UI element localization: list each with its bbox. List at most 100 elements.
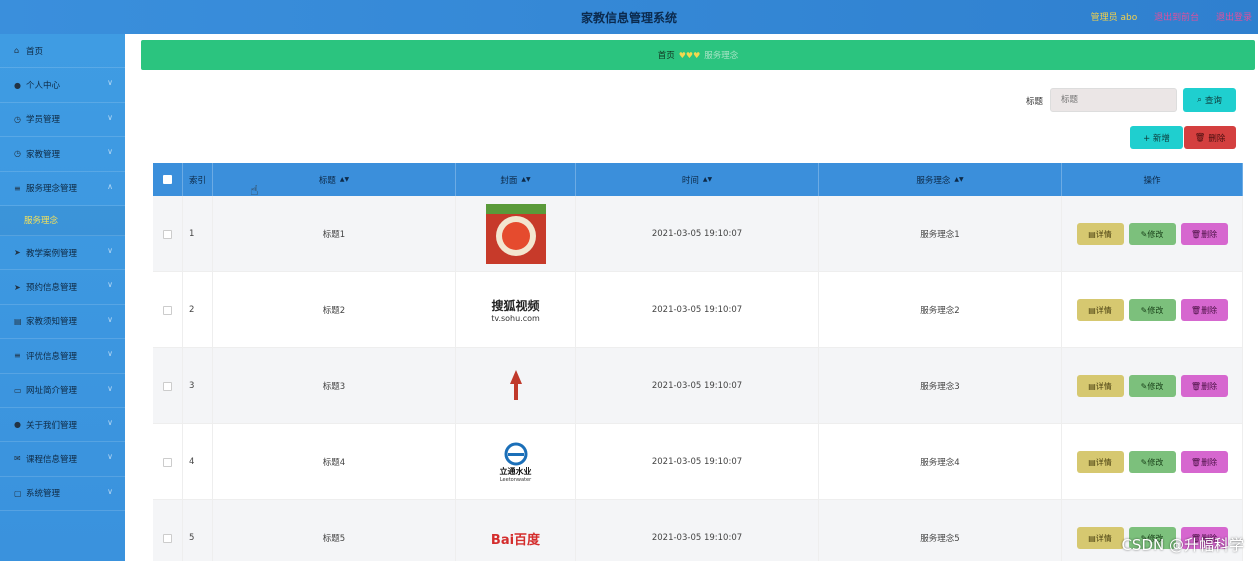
row-time: 2021-03-05 19:10:07 bbox=[576, 196, 819, 272]
header-cover-label: 封面 bbox=[500, 175, 518, 186]
row-index: 1 bbox=[183, 196, 213, 272]
sidebar-item-home[interactable]: ⌂ 首页 bbox=[0, 34, 125, 69]
doc-icon: ▤ bbox=[1088, 305, 1096, 315]
delete-button[interactable]: 🗑 删除 bbox=[1180, 375, 1228, 397]
sidebar-item-students[interactable]: ◷ 学员管理 ∨ bbox=[0, 103, 125, 138]
monitor-icon: ▭ bbox=[14, 385, 22, 395]
row-checkbox-cell bbox=[153, 424, 183, 500]
back-to-front-link[interactable]: 退出到前台 bbox=[1154, 13, 1199, 23]
row-checkbox-cell bbox=[153, 272, 183, 348]
detail-button[interactable]: ▤ 详情 bbox=[1076, 299, 1124, 321]
sidebar-item-courses[interactable]: ✉ 课程信息管理 ∨ bbox=[0, 442, 125, 477]
doc-icon: ▤ bbox=[1088, 381, 1096, 391]
trash-icon: 🗑 bbox=[1190, 381, 1202, 391]
edit-label: 修改 bbox=[1147, 229, 1164, 239]
detail-button[interactable]: ▤ 详情 bbox=[1076, 223, 1124, 245]
sidebar-item-label: 网址简介管理 bbox=[26, 386, 78, 397]
row-concept: 服务理念3 bbox=[819, 348, 1062, 424]
row-ops: ▤ 详情 ✎ 修改 🗑 删除 bbox=[1062, 272, 1243, 348]
logout-link[interactable]: 退出登录 bbox=[1216, 13, 1252, 23]
chat-icon: ▢ bbox=[14, 488, 22, 498]
heart-separator-icon: ♥♥♥ bbox=[678, 50, 701, 60]
doc-icon: ▤ bbox=[1088, 457, 1096, 467]
cover-image-sohu: 搜狐视频 tv.sohu.com bbox=[486, 280, 546, 340]
header-time-label: 时间 bbox=[681, 175, 699, 186]
row-index: 3 bbox=[183, 348, 213, 424]
sort-icon: ▲▼ bbox=[702, 176, 713, 183]
chevron-down-icon: ∨ bbox=[107, 245, 113, 255]
row-index: 2 bbox=[183, 272, 213, 348]
chevron-down-icon: ∨ bbox=[107, 147, 113, 157]
home-icon: ⌂ bbox=[14, 46, 20, 56]
user-icon: ● bbox=[14, 420, 21, 430]
chevron-down-icon: ∨ bbox=[107, 452, 113, 462]
mouse-pointer-icon: ☝ bbox=[250, 183, 259, 199]
row-checkbox[interactable] bbox=[163, 229, 172, 239]
sidebar-item-service-concept[interactable]: ≡ 服务理念管理 ∧ bbox=[0, 172, 125, 206]
row-cover bbox=[456, 348, 576, 424]
header-time[interactable]: 时间 ▲▼ bbox=[576, 163, 819, 196]
row-checkbox[interactable] bbox=[163, 381, 172, 391]
sort-icon: ▲▼ bbox=[521, 176, 531, 183]
select-all-checkbox[interactable] bbox=[163, 175, 172, 184]
delete-button[interactable]: 🗑 删除 bbox=[1180, 451, 1228, 473]
row-time: 2021-03-05 19:10:07 bbox=[576, 272, 819, 348]
chevron-down-icon: ∨ bbox=[107, 112, 113, 122]
row-checkbox-cell bbox=[153, 500, 183, 561]
sidebar-item-site-intro[interactable]: ▭ 网址简介管理 ∨ bbox=[0, 374, 125, 408]
trash-icon: 🗑 bbox=[1194, 132, 1206, 143]
chevron-down-icon: ∨ bbox=[107, 417, 113, 427]
search-button[interactable]: ⌕ 查询 bbox=[1183, 88, 1236, 112]
sidebar-item-cases[interactable]: ➤ 教学案例管理 ∨ bbox=[0, 236, 125, 271]
pencil-icon: ✎ bbox=[1140, 381, 1148, 391]
sidebar-item-system[interactable]: ▢ 系统管理 ∨ bbox=[0, 477, 125, 512]
app-title: 家教信息管理系统 bbox=[580, 11, 677, 25]
sidebar-item-about[interactable]: ● 关于我们管理 ∨ bbox=[0, 408, 125, 443]
pencil-icon: ✎ bbox=[1140, 229, 1148, 239]
sidebar-item-label: 关于我们管理 bbox=[26, 420, 78, 431]
delete-label: 删除 bbox=[1201, 381, 1218, 391]
table-header: 索引 标题 ▲▼ 封面 ▲▼ 时间 ▲▼ 服务理念 ▲▼ 操作 bbox=[153, 163, 1243, 196]
edit-button[interactable]: ✎ 修改 bbox=[1128, 451, 1176, 473]
sidebar-item-booking[interactable]: ➤ 预约信息管理 ∨ bbox=[0, 270, 125, 305]
row-title: 标题4 bbox=[213, 424, 456, 500]
sidebar-item-label: 家教管理 bbox=[26, 149, 61, 160]
edit-button[interactable]: ✎ 修改 bbox=[1128, 223, 1176, 245]
sidebar-item-tutors[interactable]: ◷ 家教管理 ∨ bbox=[0, 137, 125, 172]
detail-button[interactable]: ▤ 详情 bbox=[1076, 451, 1124, 473]
row-index: 5 bbox=[183, 500, 213, 561]
detail-button[interactable]: ▤ 详情 bbox=[1076, 375, 1124, 397]
edit-button[interactable]: ✎ 修改 bbox=[1128, 375, 1176, 397]
delete-label: 删除 bbox=[1201, 229, 1218, 239]
header-concept[interactable]: 服务理念 ▲▼ bbox=[819, 163, 1062, 196]
row-checkbox[interactable] bbox=[163, 457, 172, 467]
delete-button[interactable]: 🗑 删除 bbox=[1180, 299, 1228, 321]
row-ops: ▤ 详情 ✎ 修改 🗑 删除 bbox=[1062, 424, 1243, 500]
delete-button[interactable]: 🗑 删除 bbox=[1180, 223, 1228, 245]
add-button[interactable]: + 新增 bbox=[1130, 126, 1183, 149]
sidebar-item-notice[interactable]: ▤ 家教须知管理 ∨ bbox=[0, 305, 125, 340]
breadcrumb-current: 服务理念 bbox=[704, 51, 739, 61]
clock-icon: ◷ bbox=[14, 149, 21, 159]
search-button-label: 查询 bbox=[1204, 96, 1222, 106]
row-checkbox[interactable] bbox=[163, 533, 172, 543]
sidebar-item-personal[interactable]: ● 个人中心 ∨ bbox=[0, 68, 125, 103]
header-cover[interactable]: 封面 ▲▼ bbox=[456, 163, 576, 196]
detail-button[interactable]: ▤ 详情 bbox=[1076, 527, 1124, 549]
row-title: 标题5 bbox=[213, 500, 456, 561]
breadcrumb-home[interactable]: 首页 bbox=[658, 49, 675, 61]
edit-label: 修改 bbox=[1147, 457, 1164, 467]
delete-label: 删除 bbox=[1201, 457, 1218, 467]
batch-delete-button[interactable]: 🗑 删除 bbox=[1184, 126, 1236, 149]
sidebar-subitem-service-concept[interactable]: 服务理念 bbox=[0, 206, 125, 236]
edit-button[interactable]: ✎ 修改 bbox=[1128, 299, 1176, 321]
sidebar-item-label: 教学案例管理 bbox=[26, 248, 78, 259]
table-row: 3 标题3 2021-03-05 19:10:07 服务理念3 ▤ 详情 ✎ 修… bbox=[153, 348, 1243, 424]
search-input[interactable] bbox=[1050, 88, 1177, 112]
row-title: 标题2 bbox=[213, 272, 456, 348]
header-title-label: 标题 bbox=[318, 175, 336, 186]
row-concept: 服务理念4 bbox=[819, 424, 1062, 500]
row-checkbox[interactable] bbox=[163, 305, 172, 315]
sidebar-item-awards[interactable]: ≡ 评优信息管理 ∨ bbox=[0, 339, 125, 374]
chevron-down-icon: ∨ bbox=[107, 383, 113, 393]
